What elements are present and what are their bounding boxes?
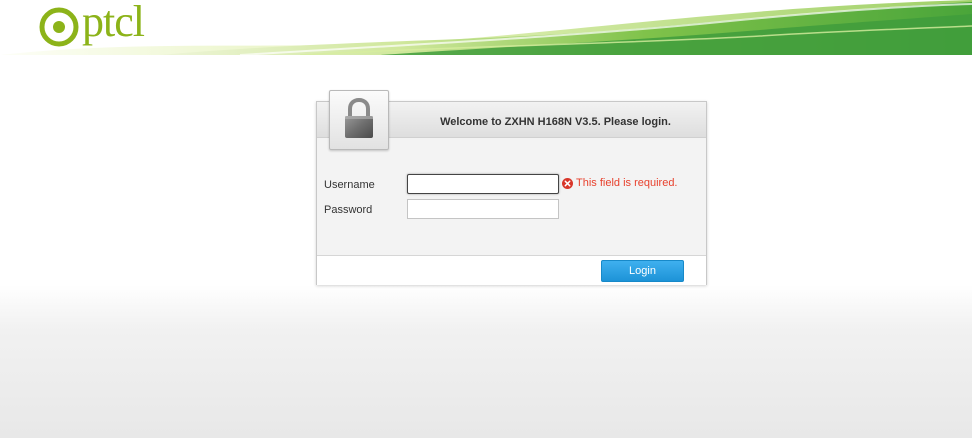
username-input[interactable] [407, 174, 559, 194]
password-input[interactable] [407, 199, 559, 219]
password-label: Password [324, 204, 373, 216]
banner-wave-graphic [0, 0, 972, 55]
login-dialog: Welcome to ZXHN H168N V3.5. Please login… [316, 90, 707, 285]
ptcl-logo: ptcl [38, 0, 145, 50]
login-footer: Login [317, 255, 706, 285]
login-title: Welcome to ZXHN H168N V3.5. Please login… [440, 116, 671, 128]
header-banner: ptcl [0, 0, 972, 55]
padlock-icon [345, 98, 373, 138]
ptcl-ring-logo-icon [39, 7, 79, 47]
logo-text: ptcl [82, 0, 145, 46]
error-text: This field is required. [576, 177, 678, 189]
username-error: This field is required. [562, 177, 678, 189]
error-circle-icon [562, 177, 573, 189]
lock-icon-frame [329, 90, 389, 150]
username-label: Username [324, 179, 375, 191]
login-button[interactable]: Login [601, 260, 684, 282]
